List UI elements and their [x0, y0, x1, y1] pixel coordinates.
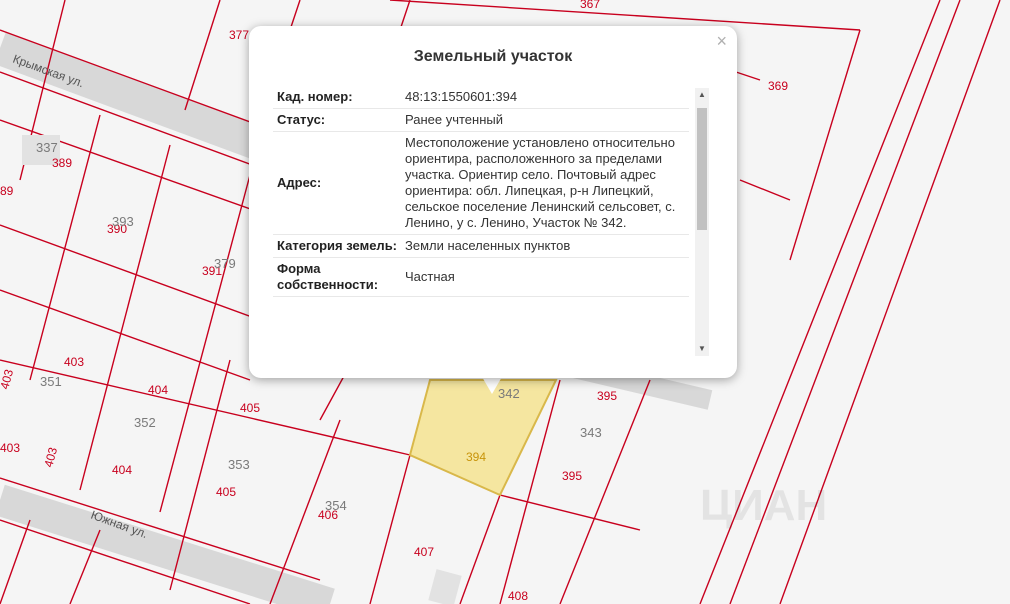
- attribute-row: Адрес: Местоположение установлено относи…: [273, 132, 689, 235]
- svg-text:404: 404: [112, 463, 132, 477]
- svg-text:393: 393: [112, 214, 134, 229]
- status-value: Ранее учтенный: [405, 112, 503, 127]
- svg-text:403: 403: [64, 355, 84, 369]
- attribute-label: Статус:: [277, 112, 326, 127]
- svg-text:89: 89: [0, 184, 14, 198]
- attribute-label: Форма собственности:: [277, 261, 379, 292]
- svg-text:351: 351: [40, 374, 62, 389]
- popup-scrollbar[interactable]: ▲ ▼: [695, 88, 709, 356]
- highlighted-parcel-number: 394: [466, 450, 486, 464]
- cadastral-number-value: 48:13:1550601:394: [405, 89, 518, 104]
- svg-text:408: 408: [508, 589, 528, 603]
- parcel-attributes-list: Кад. номер: 48:13:1550601:394 Статус: Ра…: [273, 86, 689, 358]
- scroll-down-icon[interactable]: ▼: [697, 344, 707, 354]
- svg-text:377: 377: [229, 28, 249, 42]
- watermark-logo: ЦИАН: [700, 481, 827, 530]
- attribute-row: Категория земель: Земли населенных пункт…: [273, 235, 689, 258]
- svg-text:354: 354: [325, 498, 347, 513]
- svg-text:405: 405: [240, 401, 260, 415]
- svg-text:337: 337: [36, 140, 58, 155]
- svg-text:395: 395: [562, 469, 582, 483]
- svg-text:369: 369: [768, 79, 788, 93]
- svg-text:405: 405: [216, 485, 236, 499]
- parcel-info-popup: Земельный участок × Кад. номер: 48:13:15…: [249, 26, 737, 378]
- svg-text:389: 389: [52, 156, 72, 170]
- ownership-form-value: Частная: [405, 269, 455, 284]
- svg-text:379: 379: [214, 256, 236, 271]
- attribute-label: Адрес:: [277, 175, 322, 190]
- svg-text:403: 403: [0, 441, 20, 455]
- scrollbar-thumb[interactable]: [697, 108, 707, 230]
- svg-text:404: 404: [148, 383, 168, 397]
- attribute-row: Статус: Ранее учтенный: [273, 109, 689, 132]
- popup-title: Земельный участок: [413, 48, 573, 65]
- attribute-row: Форма собственности: Частная: [273, 258, 689, 297]
- land-category-value: Земли населенных пунктов: [405, 238, 571, 253]
- close-icon[interactable]: ×: [716, 32, 727, 50]
- svg-text:407: 407: [414, 545, 434, 559]
- attribute-label: Кад. номер:: [277, 89, 353, 104]
- attribute-row: Кад. номер: 48:13:1550601:394: [273, 86, 689, 109]
- attribute-label: Категория земель:: [277, 238, 398, 253]
- address-value: Местоположение установлено относительно …: [405, 135, 676, 230]
- svg-text:367: 367: [580, 0, 600, 11]
- scroll-up-icon[interactable]: ▲: [697, 90, 707, 100]
- svg-text:352: 352: [134, 415, 156, 430]
- svg-text:353: 353: [228, 457, 250, 472]
- svg-text:395: 395: [597, 389, 617, 403]
- svg-text:343: 343: [580, 425, 602, 440]
